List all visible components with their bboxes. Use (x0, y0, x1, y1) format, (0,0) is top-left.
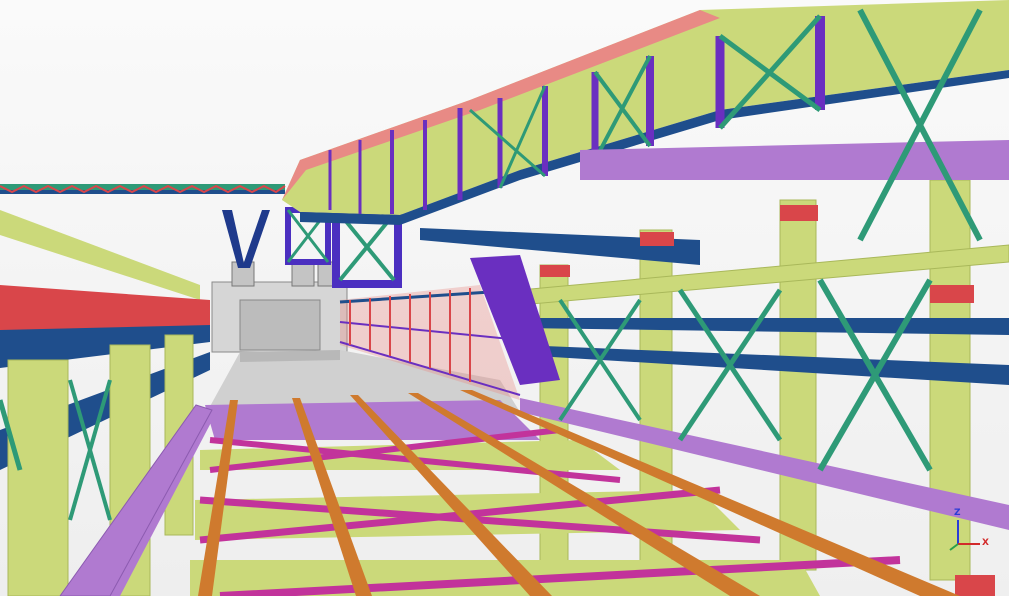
concrete-piers (211, 261, 348, 353)
structural-model-render[interactable] (0, 0, 1009, 596)
x-axis-label: X (982, 538, 989, 548)
distant-truss-bridge (0, 184, 286, 194)
overhead-girder (282, 0, 1009, 225)
axis-indicator: Z X (940, 508, 996, 554)
3d-model-viewport[interactable]: Z X (0, 0, 1009, 596)
z-axis-label: Z (954, 508, 961, 518)
